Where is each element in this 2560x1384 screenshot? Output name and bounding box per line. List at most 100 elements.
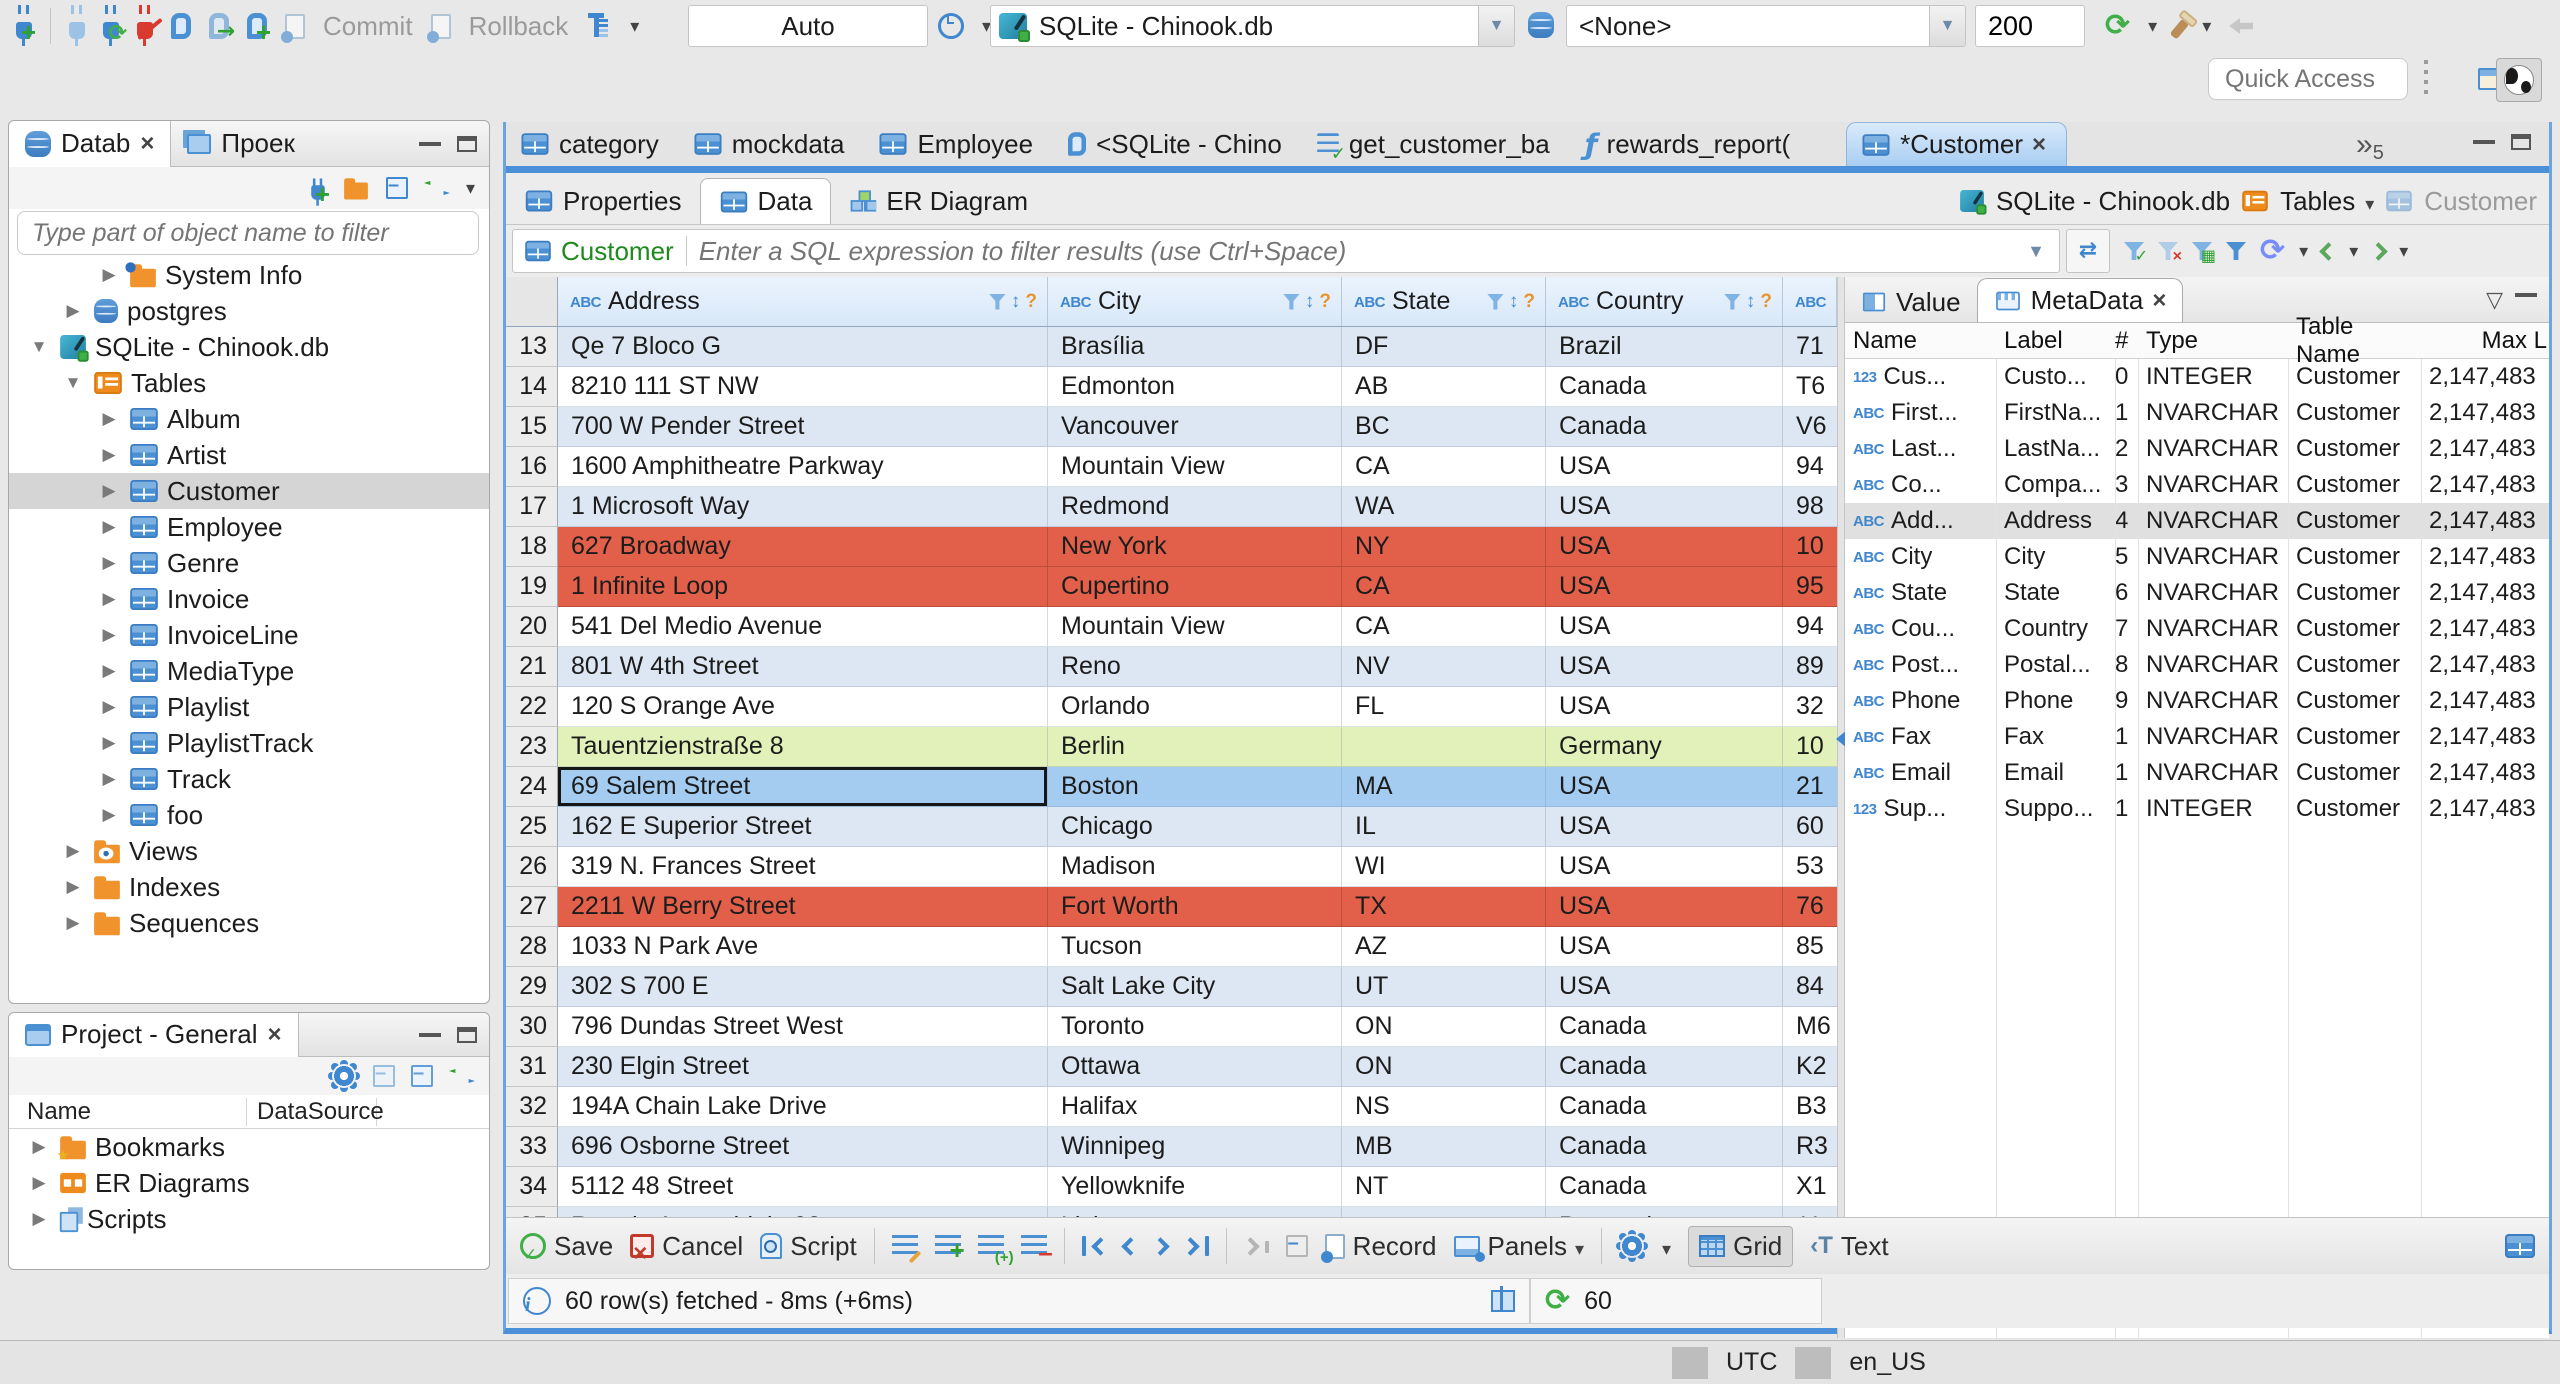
auto-refresh-caret-icon[interactable] [2148, 16, 2157, 37]
cell-city[interactable]: Winnipeg [1048, 1127, 1342, 1167]
minimize-icon[interactable] [419, 136, 441, 146]
cell-state[interactable]: CA [1342, 567, 1546, 607]
cell-address[interactable]: 302 S 700 E [558, 967, 1048, 1007]
meta-cell-number[interactable]: 0 [2115, 363, 2138, 391]
table-row[interactable]: 34 5112 48 Street Yellowknife NT Canada … [506, 1167, 1837, 1207]
meta-cell-type[interactable]: NVARCHAR [2138, 723, 2288, 751]
table-row[interactable]: 30 796 Dundas Street West Toronto ON Can… [506, 1007, 1837, 1047]
column-header-name[interactable]: Name [9, 1097, 247, 1126]
meta-cell-table[interactable]: Customer [2288, 435, 2421, 463]
expand-arrow-icon[interactable]: ▶ [27, 1173, 51, 1193]
project-item[interactable]: ▶ Scripts [9, 1201, 489, 1237]
cell-city[interactable]: Cupertino [1048, 567, 1342, 607]
cell-postal[interactable]: 32 [1783, 687, 1837, 727]
cell-state[interactable]: WI [1342, 847, 1546, 887]
meta-cell-max[interactable]: 2,147,483 [2421, 543, 2549, 571]
cell-city[interactable]: Brasília [1048, 327, 1342, 367]
row-number[interactable]: 25 [506, 807, 558, 847]
column-filter-cluster[interactable]: ↕ ? [1723, 291, 1782, 313]
meta-cell-type[interactable]: NVARCHAR [2138, 687, 2288, 715]
table-row[interactable]: 15 700 W Pender Street Vancouver BC Cana… [506, 407, 1837, 447]
cell-postal[interactable]: R3 [1783, 1127, 1837, 1167]
cell-state[interactable]: TX [1342, 887, 1546, 927]
table-row[interactable]: 13 Qe 7 Bloco G Brasília DF Brazil 71 [506, 327, 1837, 367]
cell-postal[interactable]: 71 [1783, 327, 1837, 367]
meta-cell-max[interactable]: 2,147,483 [2421, 795, 2549, 823]
tree-item[interactable]: ▶ Album [9, 401, 489, 437]
cell-postal[interactable]: 94 [1783, 607, 1837, 647]
cell-postal[interactable]: 94 [1783, 447, 1837, 487]
tree-item[interactable]: ▶ Sequences [9, 905, 489, 941]
tree-item[interactable]: ▶ Genre [9, 545, 489, 581]
sort-icon[interactable]: ↕ [1509, 291, 1519, 313]
table-row[interactable]: 17 1 Microsoft Way Redmond WA USA 98 [506, 487, 1837, 527]
project-item[interactable]: ▶ Bookmarks [9, 1129, 489, 1165]
editor-tab[interactable]: <SQLite - Chino [1053, 122, 1302, 166]
meta-cell-max[interactable]: 2,147,483 [2421, 615, 2549, 643]
cell-city[interactable]: Berlin [1048, 727, 1342, 767]
cancel-button[interactable]: Cancel [630, 1231, 743, 1262]
meta-cell-max[interactable]: 2,147,483 [2421, 507, 2549, 535]
metadata-row[interactable]: ABC Co... Compa... 3 NVARCHAR Customer 2… [1845, 467, 2549, 503]
sort-icon[interactable]: ↕ [1305, 291, 1315, 313]
reconnect-icon[interactable] [103, 13, 127, 45]
expand-arrow-icon[interactable]: ▶ [97, 769, 121, 789]
table-row[interactable]: 21 801 W 4th Street Reno NV USA 89 [506, 647, 1837, 687]
cell-country[interactable]: USA [1546, 527, 1783, 567]
panels-toggle-button[interactable]: Panels [1453, 1231, 1585, 1262]
cell-country[interactable]: USA [1546, 567, 1783, 607]
cell-country[interactable]: USA [1546, 887, 1783, 927]
table-row[interactable]: 25 162 E Superior Street Chicago IL USA … [506, 807, 1837, 847]
maximize-icon[interactable] [457, 135, 477, 152]
meta-cell-label[interactable]: FirstNa... [1996, 399, 2115, 427]
cell-state[interactable]: ON [1342, 1047, 1546, 1087]
cell-country[interactable]: Germany [1546, 727, 1783, 767]
row-number[interactable]: 17 [506, 487, 558, 527]
meta-cell-max[interactable]: 2,147,483 [2421, 579, 2549, 607]
tree-item[interactable]: ▶ Artist [9, 437, 489, 473]
expand-arrow-icon[interactable]: ▶ [97, 697, 121, 717]
expand-icon[interactable] [411, 1065, 433, 1087]
apply-filter-icon[interactable]: ✓ [2124, 242, 2148, 265]
meta-cell-name[interactable]: 123 Cus... [1845, 363, 1996, 391]
row-number[interactable]: 14 [506, 367, 558, 407]
meta-cell-name[interactable]: ABC Co... [1845, 471, 1996, 499]
expand-arrow-icon[interactable]: ▶ [61, 301, 85, 321]
editor-tab[interactable]: rewards_report( [1570, 122, 1810, 166]
column-header[interactable]: ABC Country ↕ ? [1546, 277, 1783, 326]
open-sql-script-icon[interactable] [209, 13, 235, 43]
cell-address[interactable]: 230 Elgin Street [558, 1047, 1048, 1087]
meta-col-number[interactable]: # [2115, 327, 2138, 355]
cell-postal[interactable]: B3 [1783, 1087, 1837, 1127]
table-row[interactable]: 16 1600 Amphitheatre Parkway Mountain Vi… [506, 447, 1837, 487]
cell-state[interactable]: CA [1342, 607, 1546, 647]
tree-item[interactable]: ▶ Indexes [9, 869, 489, 905]
tree-item[interactable]: ▶ Table Triggers [9, 941, 489, 946]
table-row[interactable]: 29 302 S 700 E Salt Lake City UT USA 84 [506, 967, 1837, 1007]
editor-tab[interactable]: mockdata [679, 122, 865, 166]
refresh-results-icon[interactable] [2260, 236, 2285, 266]
cell-city[interactable]: Edmonton [1048, 367, 1342, 407]
column-filter-cluster[interactable]: ↕ ? [1282, 291, 1341, 313]
nav-new-connection-icon[interactable] [310, 175, 330, 207]
expand-arrow-icon[interactable]: ▶ [27, 1209, 51, 1229]
meta-cell-number[interactable]: 2 [2115, 435, 2138, 463]
meta-cell-type[interactable]: NVARCHAR [2138, 435, 2288, 463]
container-caret-icon[interactable] [2365, 186, 2374, 217]
expand-arrow-icon[interactable]: ▶ [97, 409, 121, 429]
row-number[interactable]: 15 [506, 407, 558, 447]
meta-cell-table[interactable]: Customer [2288, 507, 2421, 535]
cell-city[interactable]: Redmond [1048, 487, 1342, 527]
cell-country[interactable]: Canada [1546, 407, 1783, 447]
cell-country[interactable]: USA [1546, 487, 1783, 527]
cell-city[interactable]: Vancouver [1048, 407, 1342, 447]
cell-address[interactable]: Qe 7 Bloco G [558, 327, 1048, 367]
cell-address[interactable]: Tauentzienstraße 8 [558, 727, 1048, 767]
meta-cell-number[interactable]: 9 [2115, 687, 2138, 715]
rollback-icon[interactable] [430, 13, 451, 39]
column-header[interactable]: ABC Address ↕ ? [558, 277, 1048, 326]
cell-state[interactable]: UT [1342, 967, 1546, 1007]
meta-cell-max[interactable]: 2,147,483 [2421, 651, 2549, 679]
first-row-button[interactable] [1081, 1236, 1110, 1256]
cell-country[interactable]: Canada [1546, 1127, 1783, 1167]
